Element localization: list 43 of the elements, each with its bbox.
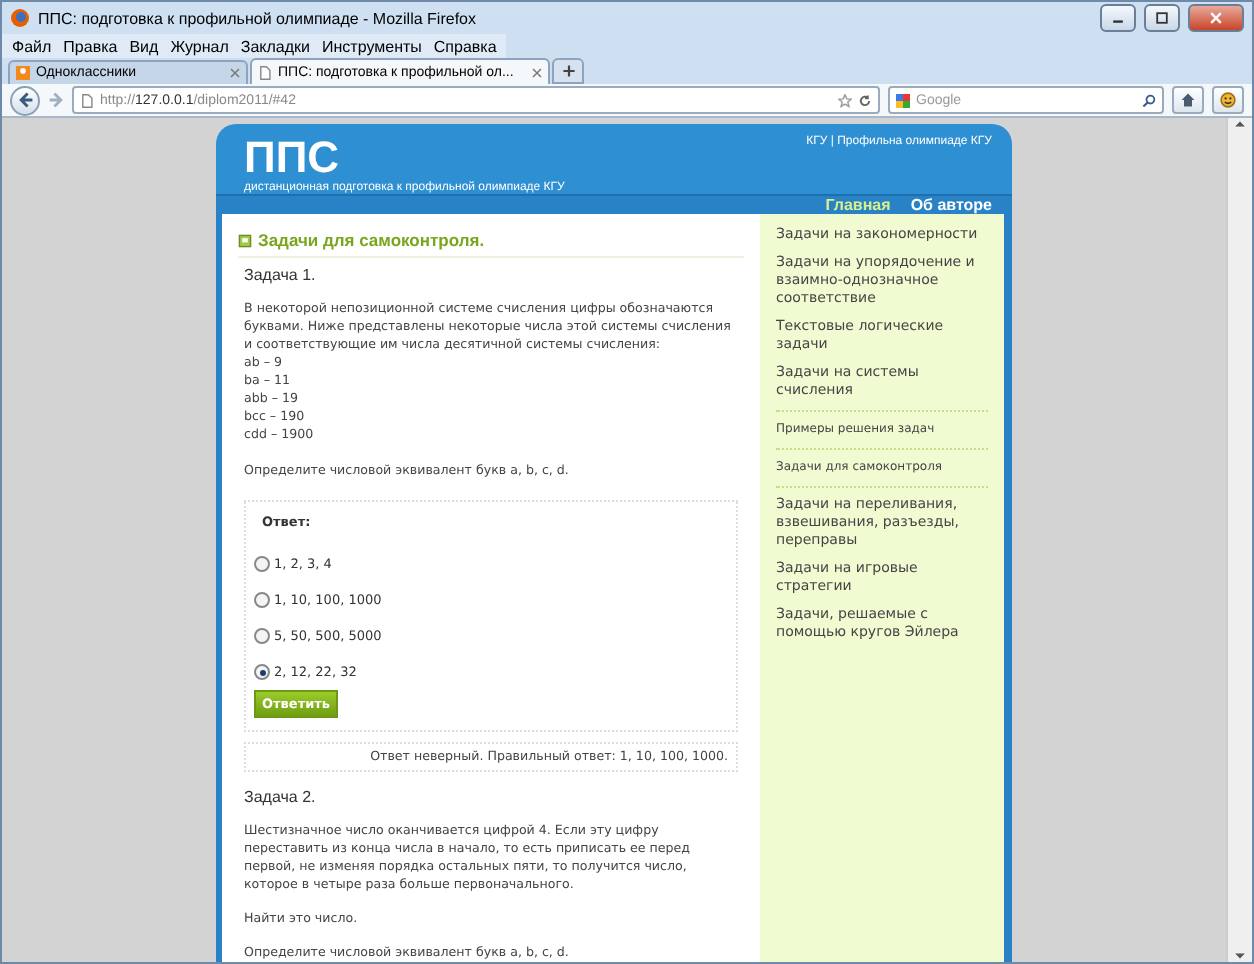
site-favicon-icon bbox=[16, 66, 30, 80]
addon-button[interactable] bbox=[1212, 86, 1244, 114]
scrollbar[interactable] bbox=[1226, 118, 1252, 962]
menu-item[interactable]: Справка bbox=[433, 37, 497, 55]
reload-icon[interactable] bbox=[858, 93, 872, 107]
close-icon[interactable] bbox=[230, 68, 240, 78]
page-icon bbox=[80, 93, 94, 107]
task-title: Задача 1. bbox=[244, 266, 318, 284]
close-icon[interactable] bbox=[532, 67, 542, 77]
nav-link[interactable]: Об авторе bbox=[910, 196, 992, 214]
back-arrow-icon bbox=[17, 92, 33, 108]
menu-item[interactable]: Файл bbox=[12, 37, 52, 55]
menu-item[interactable]: Инструменты bbox=[322, 37, 422, 55]
scroll-down-icon bbox=[1234, 950, 1246, 962]
plus-icon bbox=[561, 64, 575, 78]
radio-button[interactable] bbox=[254, 664, 270, 680]
section-title: Задачи для самоконтроля. bbox=[258, 230, 485, 250]
radio-button[interactable] bbox=[254, 592, 270, 608]
home-icon bbox=[1180, 92, 1196, 108]
browser-logo-icon bbox=[10, 8, 30, 28]
close-icon bbox=[1210, 12, 1222, 24]
menu-item[interactable]: Правка bbox=[63, 37, 118, 55]
section-icon bbox=[238, 233, 252, 247]
maximize-button[interactable] bbox=[1144, 4, 1180, 32]
back-button[interactable] bbox=[10, 85, 40, 115]
home-button[interactable] bbox=[1172, 86, 1204, 114]
window-title: ППС: подготовка к профильной олимпиаде - Mozilla Firefox bbox=[38, 9, 478, 27]
menu-item[interactable]: Вид bbox=[129, 37, 159, 55]
menu-item[interactable]: Журнал bbox=[170, 37, 229, 55]
radio-button[interactable] bbox=[254, 556, 270, 572]
close-button[interactable] bbox=[1188, 4, 1244, 32]
task-title: Задача 2. bbox=[244, 788, 318, 806]
new-tab-button[interactable] bbox=[552, 58, 584, 84]
star-icon[interactable] bbox=[838, 93, 852, 107]
menu-item[interactable]: Закладки bbox=[240, 37, 311, 55]
maximize-icon bbox=[1156, 12, 1168, 24]
smiley-icon bbox=[1220, 92, 1236, 108]
radio-button[interactable] bbox=[254, 628, 270, 644]
page-icon bbox=[258, 65, 272, 79]
site-logo: ППС bbox=[244, 136, 342, 180]
search-icon[interactable] bbox=[1142, 93, 1156, 107]
search-engine-icon bbox=[896, 93, 910, 107]
minimize-button[interactable] bbox=[1100, 4, 1136, 32]
